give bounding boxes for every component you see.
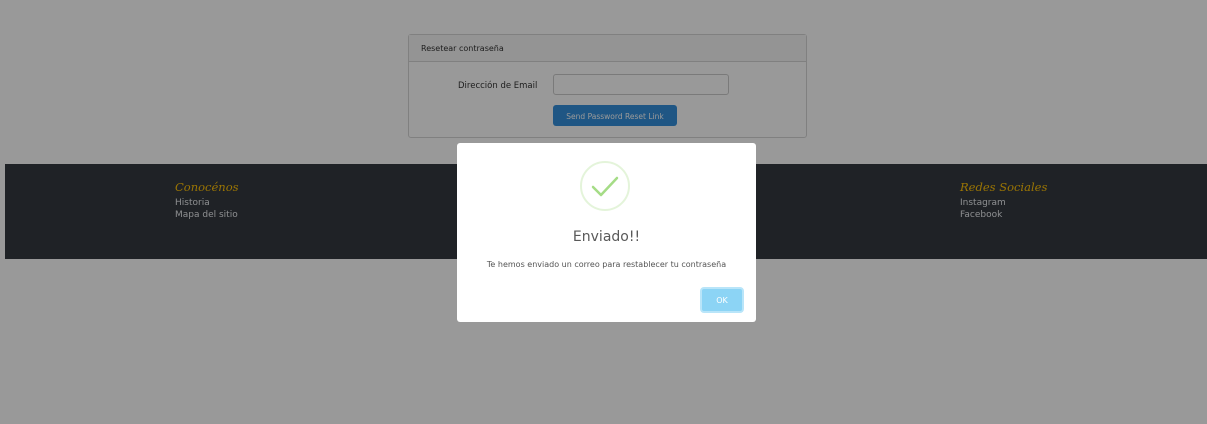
ok-button[interactable]: OK bbox=[700, 287, 744, 313]
modal-message: Te hemos enviado un correo para restable… bbox=[486, 260, 727, 269]
success-check-icon bbox=[580, 161, 630, 211]
modal-overlay[interactable]: Enviado!! Te hemos enviado un correo par… bbox=[0, 0, 1207, 424]
success-modal: Enviado!! Te hemos enviado un correo par… bbox=[457, 143, 756, 322]
modal-title: Enviado!! bbox=[572, 229, 641, 245]
